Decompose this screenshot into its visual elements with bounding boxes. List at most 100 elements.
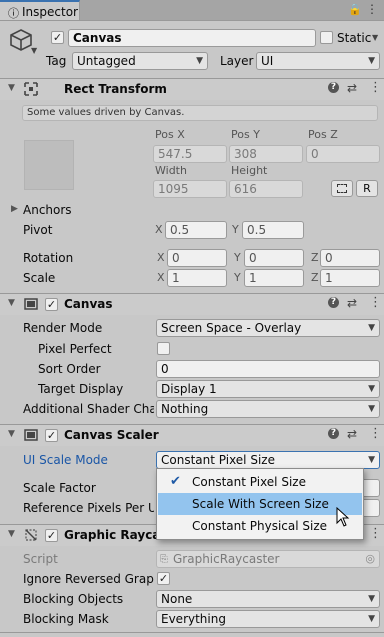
static-dropdown-icon[interactable]: ▼ bbox=[372, 33, 378, 42]
gameobject-name-field[interactable]: Canvas bbox=[68, 29, 316, 47]
blocking-mask-label: Blocking Mask bbox=[23, 612, 109, 626]
pixel-perfect-checkbox[interactable] bbox=[157, 342, 170, 355]
driven-note: Some values driven by Canvas. bbox=[22, 105, 378, 121]
chevron-down-icon: ▼ bbox=[368, 404, 375, 414]
help-icon[interactable]: ? bbox=[328, 297, 339, 308]
help-icon[interactable]: ? bbox=[328, 82, 339, 93]
help-icon[interactable]: ? bbox=[328, 428, 339, 439]
canvas-scaler-icon bbox=[24, 428, 38, 442]
static-checkbox[interactable] bbox=[320, 31, 333, 44]
more-options-icon[interactable]: ⋮ bbox=[369, 526, 382, 541]
graphic-raycaster-icon bbox=[24, 528, 38, 542]
lock-icon[interactable]: 🔒 bbox=[348, 3, 362, 16]
pivot-x-axis[interactable]: X bbox=[155, 223, 163, 236]
scale-x-field[interactable]: 1 bbox=[167, 269, 227, 287]
fold-arrow-icon[interactable]: ▼ bbox=[8, 298, 15, 308]
canvas-header[interactable]: ▼ ✓ Canvas ? ⇄ ⋮ bbox=[0, 293, 384, 315]
scale-x-axis[interactable]: X bbox=[157, 271, 165, 284]
blocking-objects-dropdown[interactable]: None ▼ bbox=[156, 590, 380, 608]
menu-item-scale-with-screen-size[interactable]: Scale With Screen Size bbox=[158, 493, 362, 515]
gameobject-cube-icon[interactable] bbox=[9, 28, 33, 52]
script-icon: ⎘ bbox=[160, 554, 168, 565]
width-field: 1095 bbox=[153, 180, 227, 198]
menu-item-label: Constant Pixel Size bbox=[192, 475, 306, 489]
inspector-tab[interactable]: ⓘ Inspector bbox=[0, 0, 80, 20]
scale-z-axis[interactable]: Z bbox=[311, 271, 319, 284]
pivot-x-field[interactable]: 0.5 bbox=[165, 221, 227, 239]
fold-arrow-icon[interactable]: ▼ bbox=[8, 529, 15, 539]
chevron-down-icon[interactable]: ▼ bbox=[31, 46, 37, 55]
scale-label: Scale bbox=[23, 271, 56, 285]
more-options-icon[interactable]: ⋮ bbox=[369, 426, 382, 441]
rotation-y-field[interactable]: 0 bbox=[244, 249, 304, 267]
rotation-x-field[interactable]: 0 bbox=[167, 249, 227, 267]
object-picker-icon[interactable]: ◎ bbox=[365, 552, 375, 566]
graphic-raycaster-enabled-checkbox[interactable]: ✓ bbox=[45, 529, 58, 542]
rotation-label: Rotation bbox=[23, 251, 74, 265]
anchor-presets-widget[interactable] bbox=[24, 140, 74, 190]
rotation-z-axis[interactable]: Z bbox=[311, 251, 319, 264]
canvas-scaler-header[interactable]: ▼ ✓ Canvas Scaler ? ⇄ ⋮ bbox=[0, 424, 384, 446]
more-options-icon[interactable]: ⋮ bbox=[369, 295, 382, 310]
rect-transform-icon bbox=[24, 82, 38, 96]
pos-z-field[interactable]: 0 bbox=[306, 145, 380, 163]
height-label: Height bbox=[231, 164, 268, 177]
ignore-reversed-label: Ignore Reversed Graphi bbox=[23, 572, 154, 586]
chevron-down-icon: ▼ bbox=[368, 384, 375, 394]
rotation-x-axis[interactable]: X bbox=[157, 251, 165, 264]
pivot-y-field[interactable]: 0.5 bbox=[242, 221, 304, 239]
presets-icon[interactable]: ⇄ bbox=[347, 427, 357, 441]
blueprint-mode-button[interactable] bbox=[331, 180, 353, 197]
render-mode-label: Render Mode bbox=[23, 321, 103, 335]
ui-scale-mode-menu: ✔ Constant Pixel Size Scale With Screen … bbox=[156, 468, 364, 540]
canvas-scaler-title: Canvas Scaler bbox=[64, 428, 159, 442]
ui-scale-mode-dropdown[interactable]: Constant Pixel Size ▼ bbox=[156, 451, 380, 469]
ignore-reversed-checkbox[interactable]: ✓ bbox=[157, 572, 170, 585]
scale-y-field[interactable]: 1 bbox=[244, 269, 304, 287]
tag-value: Untagged bbox=[77, 54, 136, 68]
more-options-icon[interactable]: ⋮ bbox=[366, 2, 378, 16]
canvas-scaler-enabled-checkbox[interactable]: ✓ bbox=[45, 429, 58, 442]
target-display-dropdown[interactable]: Display 1 ▼ bbox=[156, 380, 380, 398]
chevron-down-icon: ▼ bbox=[368, 594, 375, 604]
raw-edit-button[interactable]: R bbox=[356, 180, 378, 197]
blocking-mask-dropdown[interactable]: Everything ▼ bbox=[156, 610, 380, 628]
menu-item-constant-pixel-size[interactable]: ✔ Constant Pixel Size bbox=[158, 471, 362, 493]
rect-transform-header[interactable]: ▼ Rect Transform ? ⇄ ⋮ bbox=[0, 78, 384, 100]
more-options-icon[interactable]: ⋮ bbox=[369, 80, 382, 95]
scale-y-axis[interactable]: Y bbox=[234, 271, 241, 284]
pivot-y-axis[interactable]: Y bbox=[232, 223, 239, 236]
anchors-label[interactable]: Anchors bbox=[23, 203, 72, 217]
anchors-fold-icon[interactable]: ▶ bbox=[11, 204, 18, 214]
canvas-enabled-checkbox[interactable]: ✓ bbox=[45, 298, 58, 311]
tag-dropdown[interactable]: Untagged ▼ bbox=[72, 52, 208, 70]
active-checkbox[interactable]: ✓ bbox=[51, 31, 64, 44]
ui-scale-mode-label: UI Scale Mode bbox=[23, 453, 108, 467]
target-display-label: Target Display bbox=[38, 382, 124, 396]
layer-value: UI bbox=[261, 54, 274, 68]
pixel-perfect-label: Pixel Perfect bbox=[38, 342, 112, 356]
pos-z-label: Pos Z bbox=[308, 128, 338, 141]
rotation-y-axis[interactable]: Y bbox=[234, 251, 241, 264]
presets-icon[interactable]: ⇄ bbox=[347, 296, 357, 310]
tag-label: Tag bbox=[46, 54, 67, 68]
menu-item-label: Constant Physical Size bbox=[192, 519, 328, 533]
sort-order-field[interactable]: 0 bbox=[156, 360, 380, 378]
rotation-z-field[interactable]: 0 bbox=[320, 249, 380, 267]
scale-factor-label: Scale Factor bbox=[23, 481, 96, 495]
scale-z-field[interactable]: 1 bbox=[320, 269, 380, 287]
layer-dropdown[interactable]: UI ▼ bbox=[256, 52, 380, 70]
blueprint-icon bbox=[337, 184, 347, 193]
menu-item-constant-physical-size[interactable]: Constant Physical Size bbox=[158, 515, 362, 537]
inspector-tab-bar: ⓘ Inspector 🔒 ⋮ bbox=[0, 0, 384, 21]
pos-y-field: 308 bbox=[229, 145, 303, 163]
fold-arrow-icon[interactable]: ▼ bbox=[8, 83, 15, 93]
render-mode-dropdown[interactable]: Screen Space - Overlay ▼ bbox=[156, 319, 380, 337]
layer-label: Layer bbox=[220, 54, 254, 68]
pos-y-label: Pos Y bbox=[231, 128, 260, 141]
presets-icon[interactable]: ⇄ bbox=[347, 81, 357, 95]
shader-channels-dropdown[interactable]: Nothing ▼ bbox=[156, 400, 380, 418]
pos-x-field: 547.5 bbox=[153, 145, 227, 163]
fold-arrow-icon[interactable]: ▼ bbox=[8, 429, 15, 439]
script-field: ⎘ GraphicRaycaster ◎ bbox=[156, 550, 380, 568]
